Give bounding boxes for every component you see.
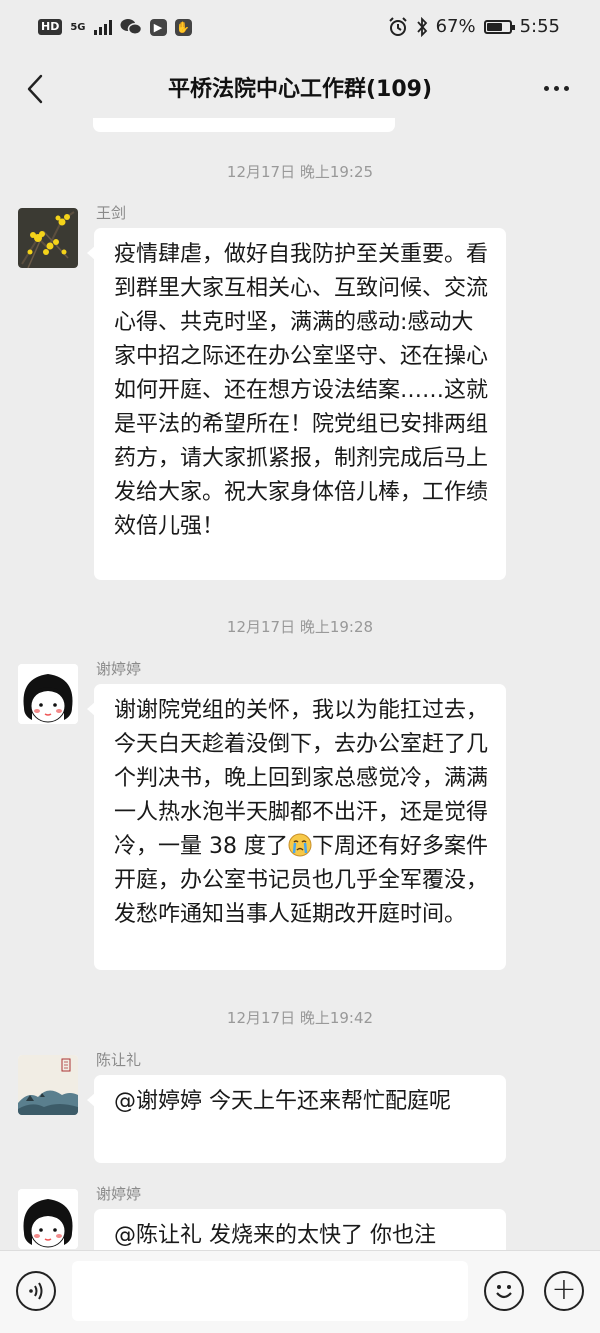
- sender-name: 谢婷婷: [96, 1185, 142, 1203]
- message-bubble[interactable]: @陈让礼 发烧来的太快了 你也注: [94, 1209, 506, 1250]
- wechat-icon: [120, 19, 142, 35]
- sender-name: 陈让礼: [96, 1051, 142, 1069]
- status-bar: HD 5G ▶ ✋ 67% 5:55: [0, 0, 600, 58]
- emoji-icon[interactable]: [484, 1271, 524, 1311]
- message-timestamp: 12月17日 晚上19:25: [226, 163, 374, 181]
- smiley-face-icon: [496, 1285, 512, 1299]
- sender-name: 王剑: [96, 204, 127, 222]
- bluetooth-icon: [416, 16, 427, 37]
- sender-name: 谢婷婷: [96, 660, 142, 678]
- chat-header: 平桥法院中心工作群(109): [0, 58, 600, 118]
- clock: 5:55: [519, 16, 560, 37]
- chat-title: 平桥法院中心工作群(109): [167, 77, 433, 102]
- message-bubble[interactable]: 谢谢院党组的关怀，我以为能扛过去，今天白天趁着没倒下，去办公室赶了几个判决书，晚…: [87, 684, 506, 970]
- crying-emoji-icon: [288, 833, 312, 857]
- avatar[interactable]: [18, 208, 78, 268]
- message-timestamp: 12月17日 晚上19:42: [226, 1009, 374, 1027]
- hd-icon: HD: [38, 19, 63, 35]
- avatar-landscape-image: [18, 1055, 78, 1115]
- message-input[interactable]: [72, 1261, 468, 1321]
- battery-level-fill: [486, 22, 502, 31]
- avatar-cartoon-girl-image: [18, 664, 78, 724]
- message-bubble[interactable]: @谢婷婷 今天上午还来帮忙配庭呢: [87, 1075, 506, 1163]
- avatar-flower-image: [18, 208, 78, 268]
- status-bar-right: 67% 5:55: [388, 16, 560, 37]
- avatar[interactable]: [18, 664, 78, 724]
- signal-icon: [93, 19, 112, 35]
- avatar[interactable]: [18, 1189, 78, 1249]
- network-5g-label: 5G: [70, 21, 86, 33]
- message-list[interactable]: 12月17日 晚上19:25 王剑 疫情肆虐，做好自我防护至关重要。看到群里大家…: [0, 118, 600, 1250]
- plus-icon[interactable]: +: [544, 1271, 584, 1311]
- previous-message-bubble: [93, 118, 395, 132]
- avatar[interactable]: [18, 1055, 78, 1115]
- app-icon: ✋: [174, 18, 192, 36]
- voice-wave-icon: [29, 1282, 43, 1300]
- battery-icon: [483, 19, 515, 34]
- app-icon: ▶: [149, 18, 167, 36]
- avatar-cartoon-girl-image: [18, 1189, 78, 1249]
- status-bar-left: HD 5G ▶ ✋: [38, 18, 192, 36]
- alarm-icon: [388, 16, 407, 36]
- voice-icon[interactable]: [16, 1271, 56, 1311]
- more-dots-icon[interactable]: [536, 74, 576, 102]
- message-bubble[interactable]: 疫情肆虐，做好自我防护至关重要。看到群里大家互相关心、互致问候、交流心得、共克时…: [87, 228, 506, 580]
- input-bar: +: [0, 1250, 600, 1333]
- battery-percent: 67%: [435, 16, 476, 37]
- message-timestamp: 12月17日 晚上19:28: [226, 618, 374, 636]
